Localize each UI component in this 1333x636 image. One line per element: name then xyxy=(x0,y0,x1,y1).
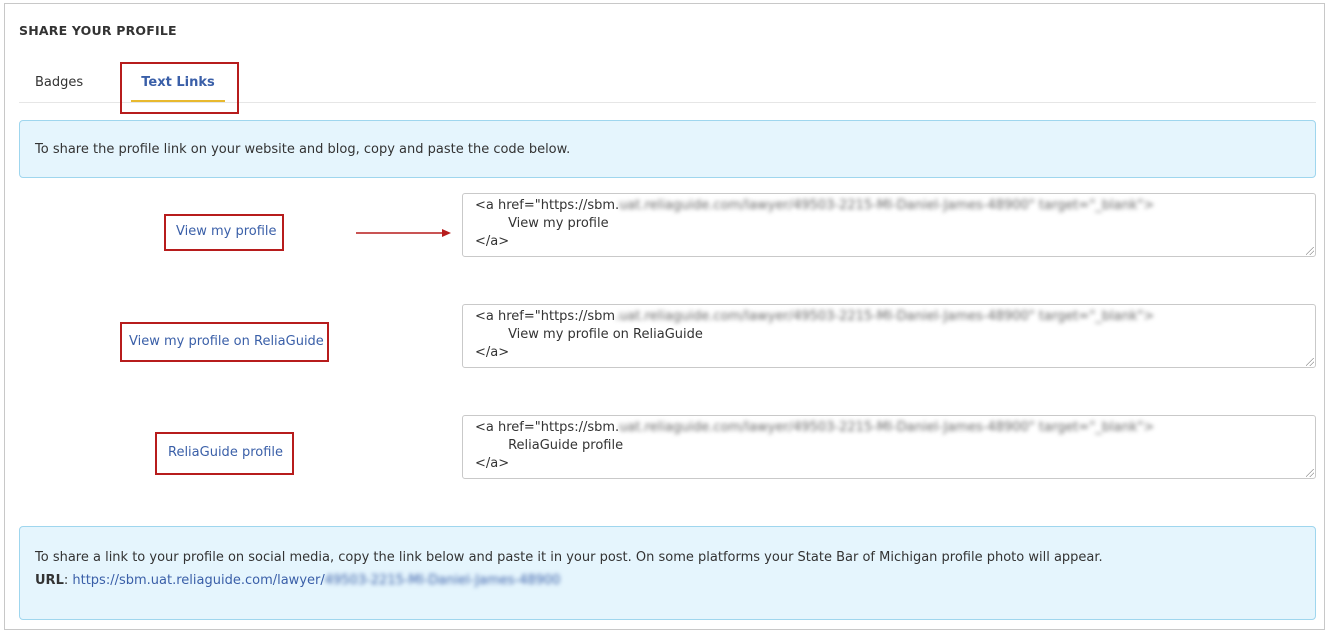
tab-bar: Badges Text Links xyxy=(19,64,1316,103)
resize-handle-icon[interactable] xyxy=(1306,247,1314,255)
code-prefix: <a href="https://sbm. xyxy=(475,198,620,213)
code-text: ReliaGuide profile xyxy=(508,438,624,453)
code-textarea[interactable]: <a href="https://sbm.uat.reliaguide.com/… xyxy=(462,193,1316,257)
social-info-box: To share a link to your profile on socia… xyxy=(19,526,1316,620)
code-textarea[interactable]: <a href="https://sbm.uat.reliaguide.com/… xyxy=(462,415,1316,479)
code-text: View my profile xyxy=(508,216,609,231)
code-textarea[interactable]: <a href="https://sbm.uat.reliaguide.com/… xyxy=(462,304,1316,368)
code-prefix: <a href="https://sbm. xyxy=(475,420,620,435)
section-title: SHARE YOUR PROFILE xyxy=(19,23,177,38)
tab-text-links[interactable]: Text Links xyxy=(131,64,225,102)
code-close: </a> xyxy=(475,345,510,360)
url-blurred: 49503-2215-MI-Daniel-James-48900 xyxy=(324,573,561,588)
intro-text: To share the profile link on your websit… xyxy=(35,142,571,157)
code-close: </a> xyxy=(475,456,510,471)
url-label: URL xyxy=(35,573,64,588)
url-visible: https://sbm.uat.reliaguide.com/lawyer/ xyxy=(72,573,325,588)
arrow-icon xyxy=(356,229,451,237)
code-prefix: <a href="https://sbm xyxy=(475,309,616,324)
link-reliaguide-profile[interactable]: ReliaGuide profile xyxy=(168,445,283,460)
code-text: View my profile on ReliaGuide xyxy=(508,327,703,342)
code-close: </a> xyxy=(475,234,510,249)
code-blurred: uat.reliaguide.com/lawyer/49503-2215-MI-… xyxy=(619,420,1155,435)
code-blurred: .uat.reliaguide.com/lawyer/49503-2215-MI… xyxy=(615,309,1155,324)
link-view-my-profile[interactable]: View my profile xyxy=(176,224,277,239)
resize-handle-icon[interactable] xyxy=(1306,358,1314,366)
intro-info-box: To share the profile link on your websit… xyxy=(19,120,1316,178)
url-row: URL: https://sbm.uat.reliaguide.com/lawy… xyxy=(35,573,561,588)
share-profile-panel: SHARE YOUR PROFILE Badges Text Links To … xyxy=(4,3,1325,630)
tab-badges[interactable]: Badges xyxy=(35,64,83,101)
link-view-my-profile-on-reliaguide[interactable]: View my profile on ReliaGuide xyxy=(129,334,324,349)
profile-url-link[interactable]: https://sbm.uat.reliaguide.com/lawyer/49… xyxy=(72,573,560,588)
social-text: To share a link to your profile on socia… xyxy=(35,550,1103,565)
resize-handle-icon[interactable] xyxy=(1306,469,1314,477)
code-blurred: uat.reliaguide.com/lawyer/49503-2215-MI-… xyxy=(619,198,1155,213)
